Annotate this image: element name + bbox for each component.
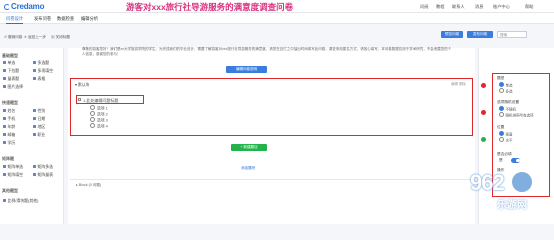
sidebar-item[interactable]: 图片选择	[3, 84, 23, 90]
sidebar-item[interactable]: 性别	[33, 108, 45, 114]
radio-horizontal[interactable]: 水平	[499, 137, 513, 144]
matrix-scale-icon	[33, 173, 36, 177]
topnav-item[interactable]: 账户中心	[493, 4, 510, 10]
image-choice-icon	[3, 85, 6, 89]
watermark-subtext: 乐游网	[497, 200, 527, 211]
remove-marker-icon	[481, 110, 486, 115]
topnav-item[interactable]: 消息	[475, 4, 483, 10]
setting-label-position: 位置	[497, 125, 505, 129]
sidebar-item[interactable]: 职业	[33, 132, 45, 138]
watermark-logo-icon	[512, 172, 532, 192]
add-marker-icon	[481, 137, 486, 142]
sidebar-item[interactable]: 日期	[33, 116, 45, 122]
sidebar-item[interactable]: 单选	[3, 60, 15, 66]
fill-blank-icon	[33, 69, 36, 73]
setting-label-required: 是否必填	[497, 152, 512, 156]
date-icon	[33, 117, 36, 121]
logo-mark-icon	[4, 3, 10, 10]
sidebar-section-title: 其他题型	[2, 188, 18, 193]
matrix-fill-icon	[3, 173, 6, 177]
undo-button[interactable]: ↺ 撤销问卷	[4, 35, 22, 40]
add-question-button[interactable]: + 新建题目	[231, 144, 267, 151]
single-choice-icon	[3, 61, 6, 65]
sidebar-item[interactable]: 年龄	[3, 124, 15, 130]
slider-icon	[3, 199, 6, 203]
tab-row: 问卷设计 发布问卷 数据检查 编辑分析	[0, 13, 554, 24]
sidebar-section-title: 快速题型	[2, 100, 18, 105]
sidebar-section-title: 基础题型	[2, 53, 18, 58]
gender-icon	[33, 109, 36, 113]
sidebar-item[interactable]: 矩阵多选	[33, 164, 53, 170]
hide-title-button[interactable]: ▣ 关闭标题	[51, 35, 70, 40]
app-logo[interactable]: Credamo	[4, 2, 44, 11]
remove-marker-icon	[481, 83, 486, 88]
preview-button[interactable]: 预览问卷	[441, 31, 463, 38]
topnav-item[interactable]: 问阅	[420, 4, 428, 10]
add-block-link[interactable]: 添加题块	[241, 166, 255, 171]
sidebar-item[interactable]: 矩阵单选	[3, 164, 23, 170]
setting-label-type: 题型	[497, 76, 505, 80]
setting-label-random: 选项随机设置	[497, 100, 520, 104]
sidebar-item[interactable]: 量表题	[3, 76, 19, 82]
editor-canvas	[68, 48, 475, 224]
matrix-single-icon	[3, 165, 6, 169]
search-input[interactable]: 搜索	[497, 31, 527, 38]
sidebar-item[interactable]: 多选题	[33, 60, 49, 66]
topnav-item[interactable]: 联系人	[452, 4, 465, 10]
block-actions[interactable]: 编辑 删除	[451, 82, 466, 87]
sidebar-item[interactable]: 矩阵量表	[33, 172, 53, 178]
top-bar: Credamo 游客对xxx旅行社导游服务的满意度调查问卷 问阅 教程 联系人 …	[0, 0, 554, 13]
job-icon	[33, 133, 36, 137]
sidebar-item[interactable]: 下拉题	[3, 68, 19, 74]
block-header[interactable]: ▾ 默认块	[75, 82, 89, 88]
sidebar-item[interactable]: 手机	[3, 116, 15, 122]
region-icon	[33, 125, 36, 129]
phone-icon	[3, 117, 6, 121]
education-icon	[3, 141, 6, 145]
radio-random-all[interactable]: 随机排序所有选项	[499, 112, 534, 119]
scale-icon	[3, 77, 6, 81]
sidebar-item[interactable]: 矩阵填空	[3, 172, 23, 178]
sidebar-item[interactable]: 邮箱	[3, 132, 15, 138]
name-icon	[3, 109, 6, 113]
tab-design[interactable]: 问卷设计	[6, 16, 24, 24]
survey-title[interactable]: 游客对xxx旅行社导游服务的满意度调查问卷	[126, 1, 293, 13]
option-item[interactable]: 选项 4	[90, 123, 108, 130]
table-icon	[33, 77, 36, 81]
sidebar-item[interactable]: 姓名	[3, 108, 15, 114]
sidebar-item[interactable]: 表格	[33, 76, 45, 82]
required-value: 是	[499, 158, 503, 162]
second-block[interactable]: ▸ Block (0 问题)	[70, 179, 473, 189]
logo-text: Credamo	[11, 2, 45, 11]
sidebar-item[interactable]: 多项填空	[33, 68, 53, 74]
question-block: ▾ 默认块 编辑 删除	[70, 78, 473, 136]
question-type-sidebar: 基础题型 单选 多选题 下拉题 多项填空 量表题 表格 图片选择 快速题型 姓名…	[0, 48, 64, 224]
topnav-item[interactable]: 帮助	[525, 4, 533, 10]
question-title[interactable]: 1.此处编辑问题标题	[76, 95, 144, 104]
sidebar-item[interactable]: 学历	[3, 140, 15, 146]
sidebar-item[interactable]: 地区	[33, 124, 45, 130]
tab-publish[interactable]: 发布问卷	[34, 16, 51, 22]
tab-data-check[interactable]: 数据检查	[57, 16, 74, 22]
email-icon	[3, 133, 6, 137]
multi-choice-icon	[33, 61, 36, 65]
tab-analysis[interactable]: 编辑分析	[81, 16, 98, 22]
back-button[interactable]: ✕ 返回上一步	[24, 35, 46, 40]
publish-button[interactable]: 发布问卷	[467, 31, 493, 38]
survey-intro-text[interactable]: 尊敬的游客您好！我们是xx大学旅游学院的学生，为完成我们的毕业设计，需要了解游客…	[82, 47, 454, 57]
sidebar-section-title: 矩阵题	[2, 156, 14, 161]
radio-multi[interactable]: 多选	[499, 88, 513, 95]
dropdown-icon	[3, 69, 6, 73]
watermark-text: 962	[470, 170, 505, 195]
sidebar-item[interactable]: 比例/滑块题(其他)	[3, 198, 38, 204]
question-checkbox[interactable]	[78, 98, 81, 101]
age-icon	[3, 125, 6, 129]
topnav-item[interactable]: 教程	[436, 4, 444, 10]
required-toggle[interactable]	[511, 158, 520, 163]
matrix-multi-icon	[33, 165, 36, 169]
edit-intro-button[interactable]: 编辑问卷说明	[226, 66, 267, 73]
